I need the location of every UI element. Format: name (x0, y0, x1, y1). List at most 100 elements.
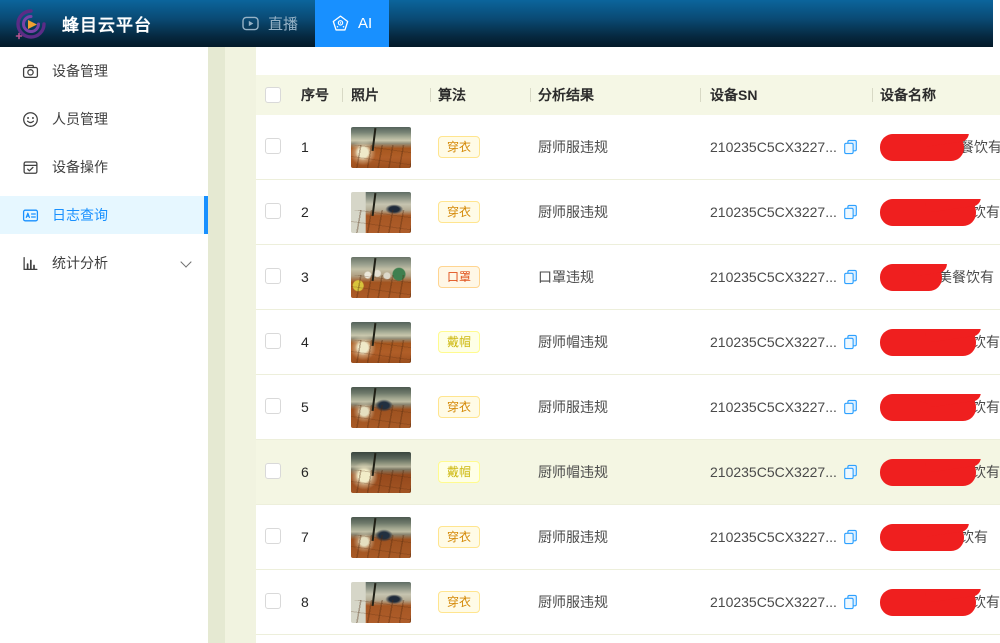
copy-icon[interactable] (843, 594, 858, 610)
copy-icon[interactable] (843, 204, 858, 220)
device-name-cell: 餐饮有 (872, 524, 1000, 551)
copy-icon[interactable] (843, 399, 858, 415)
photo-thumbnail[interactable] (351, 127, 411, 168)
photo-thumbnail[interactable] (351, 582, 411, 623)
redaction-scribble (880, 524, 964, 551)
device-sn: 210235C5CX3227... (710, 204, 837, 220)
photo-thumbnail[interactable] (351, 452, 411, 493)
sidebar-item-label: 统计分析 (52, 253, 108, 273)
copy-icon[interactable] (843, 139, 858, 155)
row-index: 2 (299, 204, 342, 220)
copy-icon[interactable] (843, 464, 858, 480)
device-sn: 210235C5CX3227... (710, 269, 837, 285)
photo-thumbnail[interactable] (351, 192, 411, 233)
algorithm-tag: 穿衣 (438, 136, 480, 158)
tab-live[interactable]: 直播 (225, 0, 315, 47)
redaction-scribble (880, 134, 964, 161)
analysis-result: 厨师服违规 (530, 137, 700, 157)
top-navbar: 蜂目云平台 直播 AI (0, 0, 993, 47)
col-header-algorithm: 算法 (430, 75, 530, 115)
redaction-scribble (880, 459, 976, 486)
main-content: 序号 照片 算法 分析结果 设备SN 设备名称 1 穿衣 厨师服违规 21023… (256, 47, 1000, 643)
analysis-result: 厨师服违规 (530, 397, 700, 417)
chevron-down-icon (180, 256, 191, 267)
stats-icon (22, 255, 39, 272)
tab-ai-label: AI (358, 15, 372, 32)
algorithm-tag: 穿衣 (438, 526, 480, 548)
col-header-device-name: 设备名称 (872, 75, 1000, 115)
photo-thumbnail[interactable] (351, 387, 411, 428)
row-index: 4 (299, 334, 342, 350)
copy-icon[interactable] (843, 269, 858, 285)
app-logo-icon (13, 6, 49, 42)
redaction-scribble (880, 394, 976, 421)
device-sn: 210235C5CX3227... (710, 464, 837, 480)
device-name-cell: 餐饮有 (872, 329, 1000, 356)
redaction-scribble (880, 589, 976, 616)
row-index: 1 (299, 139, 342, 155)
device-sn: 210235C5CX3227... (710, 529, 837, 545)
algorithm-tag: 戴帽 (438, 461, 480, 483)
table-header: 序号 照片 算法 分析结果 设备SN 设备名称 (256, 75, 1000, 115)
sidebar-item-statistics[interactable]: 统计分析 (0, 244, 208, 282)
log-query-icon (22, 207, 39, 224)
tab-live-label: 直播 (268, 13, 298, 34)
row-checkbox[interactable] (265, 528, 281, 544)
device-name-cell: 餐饮有 (872, 589, 1000, 616)
redaction-scribble (880, 329, 976, 356)
algorithm-tag: 口罩 (438, 266, 480, 288)
sidebar-item-label: 人员管理 (52, 109, 108, 129)
sidebar: 设备管理 人员管理 设备操作 日志查询 统计分析 (0, 47, 208, 643)
live-icon (242, 16, 259, 31)
col-header-sn: 设备SN (700, 75, 872, 115)
select-all-checkbox[interactable] (265, 87, 281, 103)
person-icon (22, 111, 39, 128)
camera-icon (22, 63, 39, 80)
copy-icon[interactable] (843, 334, 858, 350)
row-index: 3 (299, 269, 342, 285)
analysis-result: 厨师服违规 (530, 592, 700, 612)
row-checkbox[interactable] (265, 398, 281, 414)
tab-ai[interactable]: AI (315, 0, 389, 47)
row-checkbox[interactable] (265, 593, 281, 609)
device-sn: 210235C5CX3227... (710, 594, 837, 610)
nav-tabs: 直播 AI (225, 0, 389, 47)
row-checkbox[interactable] (265, 138, 281, 154)
row-checkbox[interactable] (265, 463, 281, 479)
sidebar-item-device-management[interactable]: 设备管理 (0, 52, 208, 90)
table-row: 6 戴帽 厨师帽违规 210235C5CX3227... 餐饮有 (256, 440, 1000, 505)
col-header-result: 分析结果 (530, 75, 700, 115)
table-row: 4 戴帽 厨师帽违规 210235C5CX3227... 餐饮有 (256, 310, 1000, 375)
copy-icon[interactable] (843, 529, 858, 545)
device-sn: 210235C5CX3227... (710, 399, 837, 415)
row-checkbox[interactable] (265, 333, 281, 349)
photo-thumbnail[interactable] (351, 517, 411, 558)
device-operate-icon (22, 159, 39, 176)
content-gutter-shade (208, 47, 225, 643)
photo-thumbnail[interactable] (351, 257, 411, 298)
sidebar-item-device-operation[interactable]: 设备操作 (0, 148, 208, 186)
algorithm-tag: 穿衣 (438, 201, 480, 223)
redaction-scribble (880, 199, 976, 226)
device-sn: 210235C5CX3227... (710, 139, 837, 155)
algorithm-tag: 穿衣 (438, 591, 480, 613)
sidebar-item-label: 设备管理 (52, 61, 108, 81)
device-name-cell: 餐饮有 (872, 394, 1000, 421)
sidebar-item-label: 设备操作 (52, 157, 108, 177)
row-checkbox[interactable] (265, 268, 281, 284)
row-index: 8 (299, 594, 342, 610)
sidebar-item-log-query[interactable]: 日志查询 (0, 196, 208, 234)
row-checkbox[interactable] (265, 203, 281, 219)
sidebar-item-personnel-management[interactable]: 人员管理 (0, 100, 208, 138)
photo-thumbnail[interactable] (351, 322, 411, 363)
row-index: 7 (299, 529, 342, 545)
analysis-result: 厨师服违规 (530, 527, 700, 547)
row-index: 5 (299, 399, 342, 415)
device-name-cell: 餐饮有 (872, 459, 1000, 486)
analysis-result: 厨师帽违规 (530, 332, 700, 352)
table-row: 5 穿衣 厨师服违规 210235C5CX3227... 餐饮有 (256, 375, 1000, 440)
content-gutter (208, 47, 256, 643)
redaction-scribble (880, 264, 942, 291)
col-header-photo: 照片 (342, 75, 430, 115)
algorithm-tag: 穿衣 (438, 396, 480, 418)
